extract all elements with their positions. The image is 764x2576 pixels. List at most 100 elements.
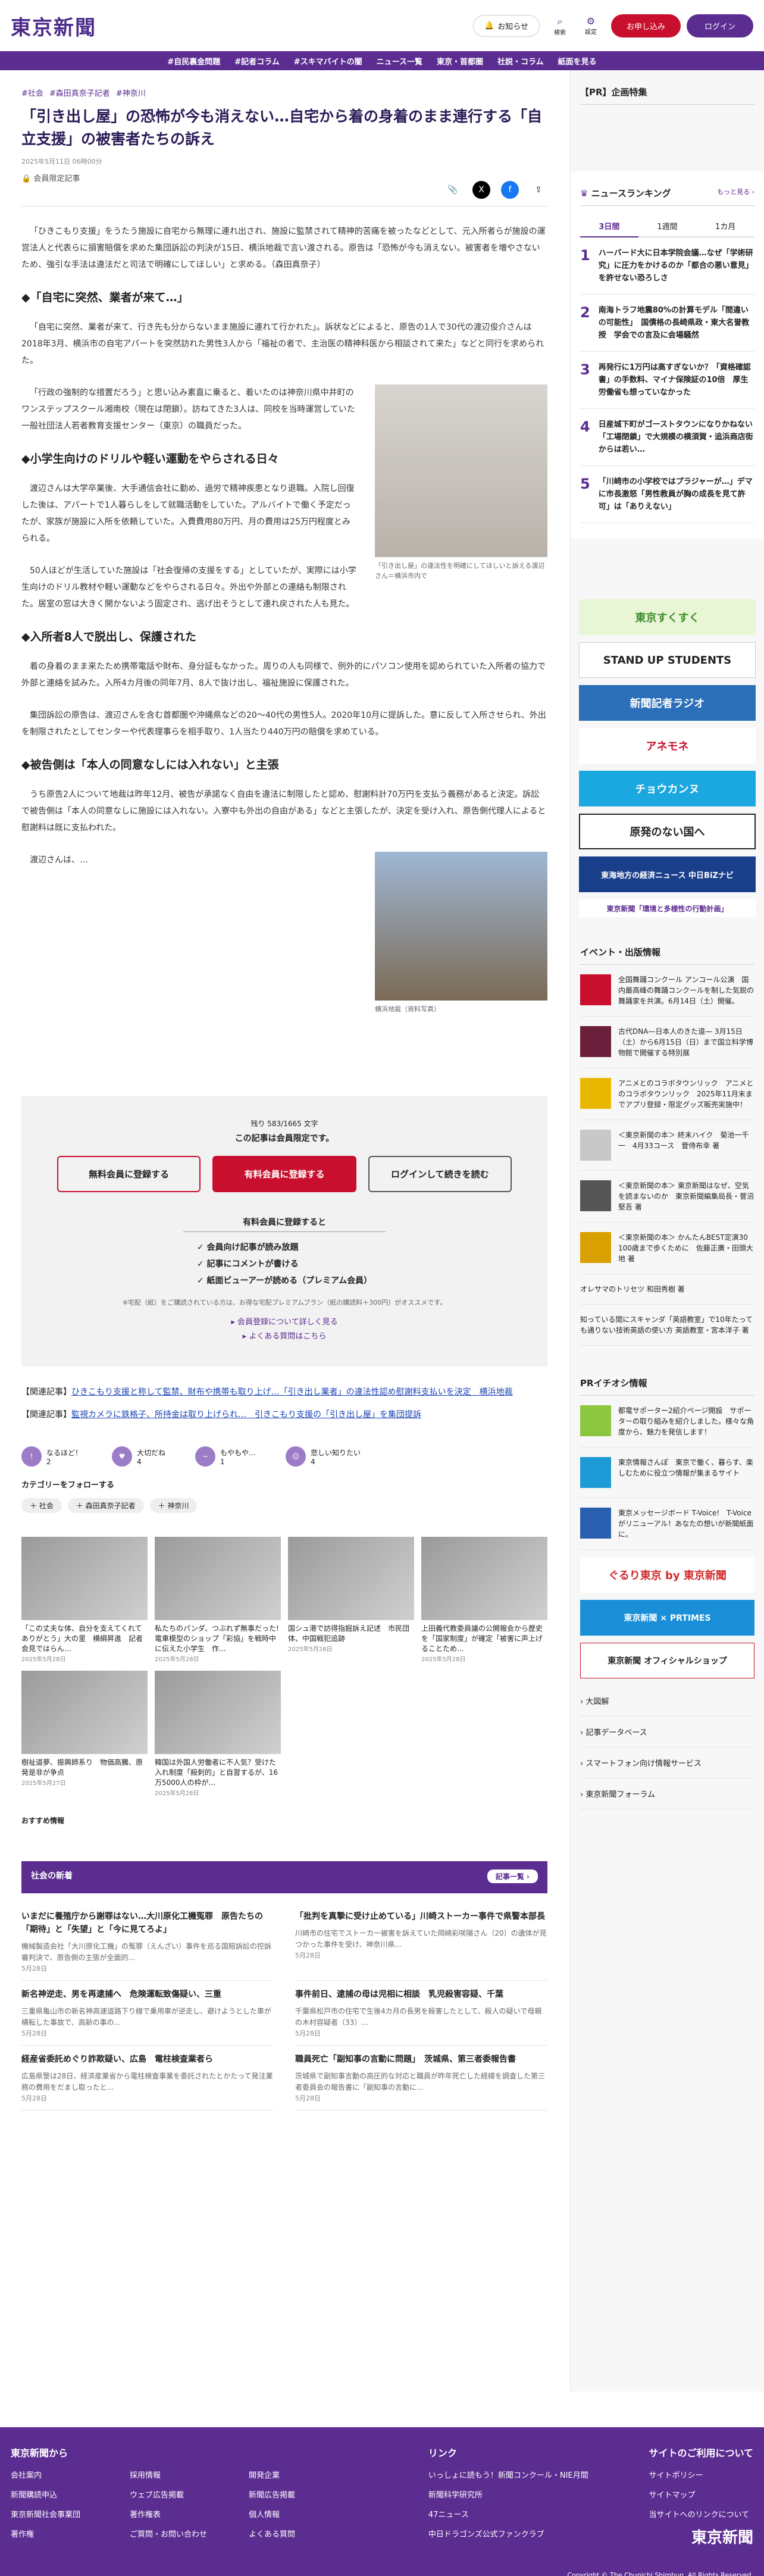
news-item[interactable]: 経産省委託めぐり詐欺疑い、広島 電柱検査業者ら 広島県警は28日、経済産業省から電… [21,2046,274,2111]
login-continue-button[interactable]: ログインして続きを読む [368,1156,512,1192]
reaction-button[interactable]: ☹ 悲しい知りたい 4 [286,1446,361,1467]
footer-link[interactable]: よくある質問 [249,2528,368,2539]
side-link[interactable]: › 記事データベース [580,1717,754,1747]
nav-item[interactable]: 社説・コラム [497,55,544,67]
nav-item[interactable]: #スキマバイトの闇 [294,55,362,67]
event-item[interactable]: ＜東京新聞の本＞ 終末ハイク 菊池一千一 4月33コース 菅侍布幸 著 [580,1120,754,1171]
tab-1week[interactable]: 1週間 [638,215,697,237]
news-item[interactable]: 職員死亡「副知事の言動に問題」 茨城県、第三者委報告書 茨城県で副知事言動の高圧的… [295,2046,547,2111]
banner-prtimes[interactable]: 東京新聞 × PRTIMES [580,1600,754,1636]
footer-link[interactable]: 個人情報 [249,2508,368,2519]
news-item[interactable]: 事件前日、逮捕の母は児相に相談 乳児殺害容疑、千葉 千葉県松戸市の住宅で生後4カ月… [295,1981,547,2046]
news-item[interactable]: 「批判を真摯に受け止めている」川崎ストーカー事件で県警本部長 川崎市の住宅でストー… [295,1903,547,1981]
banner-genpatsu[interactable]: 原発のない国へ [579,814,756,849]
subscribe-button[interactable]: お申し込み [610,14,681,37]
footer-link[interactable]: サイトマップ [649,2489,753,2500]
tab-3days[interactable]: 3日間 [580,215,638,237]
related-link[interactable]: ひきこもり支援と称して監禁、財布や携帯も取り上げ…「引き出し業者」の違法性認め慰… [71,1387,513,1397]
search-button[interactable]: ⌕ 検索 [549,15,571,36]
news-item[interactable]: いまだに養殖庁から謝罪はない…大川原化工機冤罪 原告たちの「期待」と「失望」と「… [21,1903,274,1981]
nav-item[interactable]: 東京・首都圏 [437,55,483,67]
reaction-button[interactable]: ♥ 大切だね 4 [112,1446,165,1467]
free-register-button[interactable]: 無料会員に登録する [57,1156,201,1192]
footer-link[interactable]: 中日ドラゴンズ公式ファンクラブ [428,2528,588,2539]
banner-chokanu[interactable]: チョウカンヌ [579,771,756,806]
footer-link[interactable]: ご質問・お問い合わせ [130,2528,249,2539]
footer-link[interactable]: 当サイトへのリンクについて [649,2508,753,2519]
ranking-item[interactable]: 1 ハーバード大に日本学院会議…なぜ「学術研究」に圧力をかけるのか「都合の悪い意見… [580,237,754,295]
tag-link[interactable]: #社会 [21,87,43,98]
event-item[interactable]: ＜東京新聞の本＞ かんたんBEST定演30 100歳まで歩くために 佐藤正廣・田… [580,1223,755,1274]
faq-link[interactable]: ▸ よくある質問はこちら [57,1330,512,1344]
footer-link[interactable]: 著作権表 [130,2508,249,2519]
site-logo[interactable]: 東京新聞 [11,11,96,40]
thumb-card[interactable]: 上田義代教委員議の公開報会から歴史を「国家制度」が確定「被害に声上げることため.… [421,1537,547,1664]
nav-item[interactable]: 紙面を見る [558,55,597,67]
ranking-more-link[interactable]: もっと見る › [717,187,754,199]
banner-radio[interactable]: 新聞記者ラジオ [579,685,756,721]
footer-link[interactable]: 新聞科学研究所 [428,2489,588,2500]
thumb-card[interactable]: 韓国は外国人労働者に不人気？受けた入れ制度「殺刺的」と自習するが、16万5000… [155,1671,281,1797]
follow-chip[interactable]: ＋ 神奈川 [149,1498,198,1513]
tab-1month[interactable]: 1カ月 [696,215,755,237]
banner-anemone[interactable]: アネモネ [579,728,756,764]
facebook-share-icon[interactable]: f [501,181,519,199]
follow-chip[interactable]: ＋ 森田真奈子記者 [67,1498,144,1513]
event-item[interactable]: アニメとのコラボタウンリック アニメとのコラボタウンリック 2025年11月末ま… [580,1068,754,1120]
banner-standup[interactable]: STAND UP STUDENTS [579,642,756,678]
footer-link[interactable]: 東京新聞社会事業団 [11,2508,130,2519]
banner-shop[interactable]: 東京新聞 オフィシャルショップ [580,1643,754,1678]
nav-item[interactable]: #記者コラム [234,55,280,67]
footer-link[interactable]: 著作権 [11,2528,130,2539]
paid-register-button[interactable]: 有料会員に登録する [212,1156,356,1192]
ranking-item[interactable]: 3 再発行に1万円は高すぎないか？「資格確認書」の手数料、マイナ保険証の10倍 厚… [580,352,754,409]
pr-item[interactable]: 都電サポーター2紹介ページ開設 サポーターの取り組みを紹介しました。様々な角度か… [580,1396,754,1448]
footer-link[interactable]: いっしょに読もう！新聞コンクール・NIE月間 [428,2469,588,2480]
news-item[interactable]: 新名神逆走、男を再逮捕へ 危険運転致傷疑い、三重 三重県亀山市の新名神高速道路下り… [21,1981,274,2046]
footer-link[interactable]: サイトポリシー [649,2469,753,2480]
tag-link[interactable]: #森田真奈子記者 [49,87,110,98]
footer-link[interactable]: 会社案内 [11,2469,130,2480]
tag-link[interactable]: #神奈川 [116,87,146,98]
footer-link[interactable]: ウェブ広告掲載 [130,2489,249,2500]
pr-item[interactable]: 東京情報さんぽ 東京で働く、暮らす、楽しむために役立つ情報が集まるサイト [580,1448,754,1498]
ranking-item[interactable]: 2 南海トラフ地震80%の計算モデル「間違いの可能性」 国債格の長崎県政・東大名誉… [580,295,754,352]
nav-item[interactable]: ニュース一覧 [377,55,422,67]
nav-item[interactable]: #自民裏金問題 [167,55,220,67]
banner-bizunavi[interactable]: 東海地方の経済ニュース 中日BiZナビ [579,856,756,892]
x-share-icon[interactable]: X [472,181,490,199]
thumb-card[interactable]: 樹祉道夢、振興師系り 物価高騰、原発是非が争点 2025年5月27日 [21,1671,148,1797]
thumb-card[interactable]: 「この丈夫な体、自分を支えてくれてありがとう」大の里 横綱昇進 記者会見ではらん… [21,1537,148,1664]
reaction-button[interactable]: ! なるほど！ 2 [21,1446,82,1467]
event-item[interactable]: ＜東京新聞の本＞ 東京新聞はなぜ、空気を読まないのか 東京新聞編集局長・菅沼堅吾… [580,1171,754,1223]
notification-button[interactable]: 🔔 お知らせ [473,14,540,37]
clip-icon[interactable]: 📎 [444,181,462,199]
banner-diversity[interactable]: 東京新聞「環境と多様性の行動計画」 [579,899,756,917]
side-link[interactable]: › 大図解 [580,1686,754,1717]
footer-link[interactable]: 新聞購読申込 [11,2489,130,2500]
event-item[interactable]: 全国舞踊コンクール アンコール公演 国内最高峰の舞踊コンクールを制した気鋭の舞踊… [580,965,754,1017]
ranking-item[interactable]: 5 「川崎市の小学校ではプラジャーが…」デマに市長激怒「男性教員が胸の成長を見て許… [580,466,754,523]
settings-button[interactable]: ⚙ 設定 [580,15,602,36]
thumb-card[interactable]: 私たちのパンダ、つぶれず無事だった! 電車模型のショップ「彩協」を戦時中に伝えた… [155,1537,286,1664]
footer-link[interactable]: 採用情報 [130,2469,249,2480]
footer-link[interactable]: 新聞広告掲載 [249,2489,368,2500]
share-icon[interactable]: ⇪ [530,181,547,199]
member-info-link[interactable]: ▸ 会員登録について詳しく見る [57,1315,512,1330]
news-more-link[interactable]: 記事一覧 › [487,1870,538,1883]
side-link[interactable]: › スマートフォン向け情報サービス [580,1747,754,1778]
follow-chip[interactable]: ＋ 社会 [21,1498,62,1513]
banner-sukusuku[interactable]: 東京すくすく [579,599,756,635]
login-button[interactable]: ログイン [686,14,753,37]
pr-item[interactable]: 東京メッセージボード T-Voice! T-Voiceがリニューアル！あなたの想… [580,1498,754,1550]
thumb-card[interactable]: 国シュ港で訪得指掘訴え記述 市民団体、中国戦犯追跡 2025年5月28日 [288,1537,414,1664]
footer-link[interactable]: 開発企業 [249,2469,368,2480]
side-link[interactable]: › 東京新聞フォーラム [580,1778,754,1809]
ranking-item[interactable]: 4 日産城下町がゴーストタウンになりかねない「工場閉鎖」で大規模の横須賀・追浜商店… [580,409,754,466]
related-link[interactable]: 監視カメラに鉄格子、所持金は取り上げられ… 引きこもり支援の「引き出し屋」を集団… [71,1410,421,1420]
footer-link[interactable]: 47ニュース [428,2508,588,2519]
reaction-button[interactable]: ~ もやもや… 1 [195,1446,256,1467]
event-link[interactable]: オレサマのトリセツ 和田秀樹 著 [580,1274,754,1305]
event-item[interactable]: 古代DNA—日本人のきた道— 3月15日（土）から6月15日（日）まで国立科学博… [580,1017,754,1068]
event-link[interactable]: 知っている間にスキャンダ「英語教室」で10年たっても通りない技術英語の使い方 英… [580,1305,754,1346]
